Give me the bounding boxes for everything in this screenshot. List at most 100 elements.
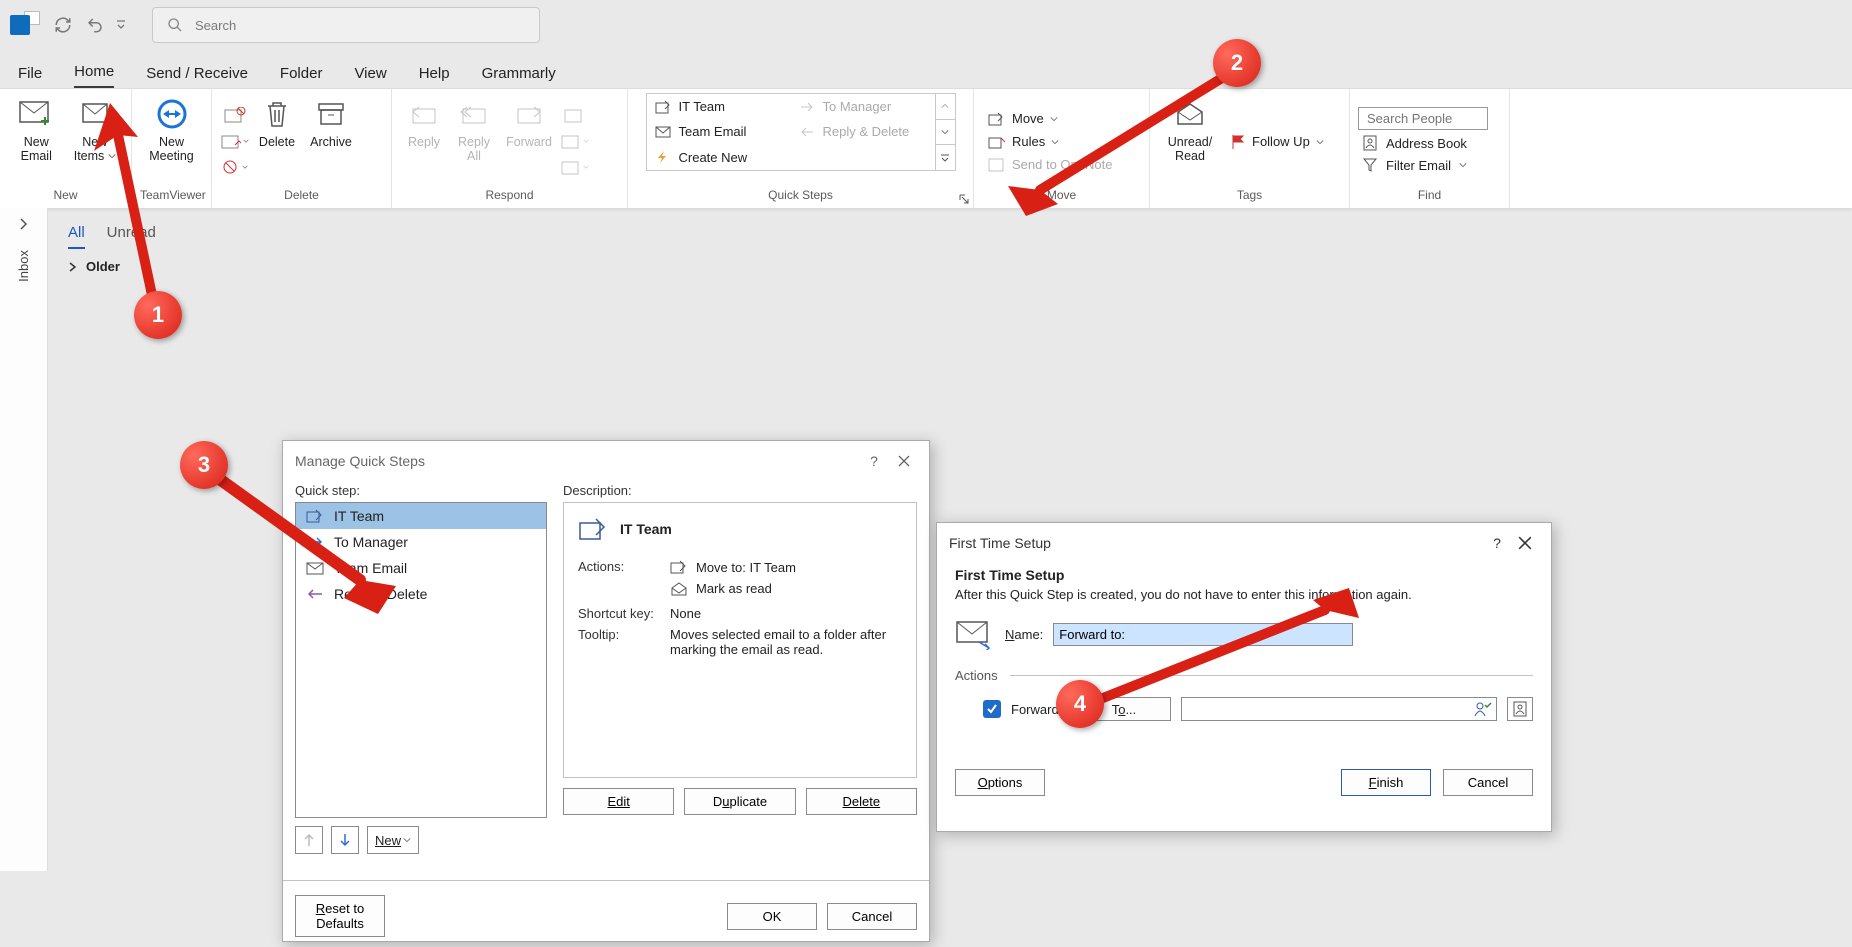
new-email-button[interactable]: New Email <box>8 93 65 168</box>
ribbon-tabs: File Home Send / Receive Folder View Hel… <box>0 50 1852 88</box>
quickstep-it-team[interactable]: IT Team <box>647 94 791 119</box>
actions-label: Actions <box>955 668 998 683</box>
chevron-down-icon <box>583 164 589 170</box>
search-box[interactable]: Search <box>152 7 540 43</box>
tab-help[interactable]: Help <box>419 59 450 88</box>
address-book-picker[interactable] <box>1507 697 1533 721</box>
cancel-button[interactable]: Cancel <box>827 903 917 930</box>
quickstep-to-manager[interactable]: To Manager <box>791 94 935 119</box>
reply-icon <box>409 103 439 125</box>
tab-file[interactable]: File <box>18 59 42 88</box>
reply-arrow-icon <box>799 126 815 138</box>
chevron-right-icon <box>68 262 78 272</box>
close-button[interactable] <box>1511 531 1539 555</box>
ignore-button[interactable] <box>220 103 250 127</box>
cancel-button[interactable]: Cancel <box>1443 769 1533 796</box>
delete-quickstep-button[interactable]: Delete <box>806 788 917 815</box>
dialog-title: First Time Setup <box>949 535 1051 551</box>
inbox-label: Inbox <box>16 250 31 282</box>
edit-button[interactable]: Edit <box>563 788 674 815</box>
folder-pane-minimized[interactable]: Inbox <box>0 208 48 871</box>
quickstep-scroll-up[interactable] <box>936 94 955 120</box>
search-people-input[interactable] <box>1358 107 1488 130</box>
forward-button[interactable]: Forward <box>500 93 558 153</box>
older-group-header[interactable]: Older <box>68 259 1832 274</box>
tab-folder[interactable]: Folder <box>280 59 323 88</box>
forward-mail-icon <box>955 618 995 650</box>
quick-steps-gallery[interactable]: IT Team Team Email Create New To Manager… <box>646 93 956 171</box>
options-button[interactable]: Options <box>955 769 1045 796</box>
delete-button[interactable]: Delete <box>252 93 302 153</box>
annotation-badge-3: 3 <box>180 441 228 489</box>
check-icon <box>986 703 998 715</box>
group-label-respond: Respond <box>400 188 619 206</box>
cleanup-button[interactable] <box>220 129 250 153</box>
refresh-button[interactable] <box>48 10 78 40</box>
chevron-down-icon <box>1459 161 1467 169</box>
im-reply-button[interactable] <box>560 129 590 153</box>
mail-icon <box>655 126 671 138</box>
name-label: Name: <box>1005 627 1043 642</box>
tab-view[interactable]: View <box>354 59 386 88</box>
move-up-button[interactable] <box>295 826 323 854</box>
tab-send-receive[interactable]: Send / Receive <box>146 59 248 88</box>
close-button[interactable] <box>889 449 919 473</box>
tab-home[interactable]: Home <box>74 57 114 88</box>
help-button[interactable]: ? <box>859 449 889 473</box>
description-label: Description: <box>563 483 917 498</box>
tab-grammarly[interactable]: Grammarly <box>482 59 556 88</box>
chevron-down-icon <box>583 138 589 144</box>
group-label-delete: Delete <box>220 188 383 206</box>
quickstep-scroll-down[interactable] <box>936 120 955 146</box>
annotation-badge-1: 1 <box>134 291 182 339</box>
chevron-down-icon <box>243 138 249 144</box>
envelope-open-icon <box>670 582 688 596</box>
archive-icon <box>317 102 345 126</box>
check-names-icon <box>1474 701 1492 717</box>
reset-defaults-button[interactable]: Reset to Defaults <box>295 895 385 937</box>
quickstep-reply-delete[interactable]: Reply & Delete <box>791 119 935 144</box>
launcher-icon <box>959 194 969 204</box>
meeting-reply-button[interactable] <box>560 103 590 127</box>
qat-customize-button[interactable] <box>112 10 130 40</box>
annotation-arrow-4 <box>1095 580 1375 710</box>
junk-button[interactable] <box>220 155 250 179</box>
reply-button[interactable]: Reply <box>400 93 448 153</box>
search-icon <box>167 17 183 33</box>
reply-all-button[interactable]: Reply All <box>450 93 498 168</box>
quick-access-toolbar: Search <box>0 0 1852 50</box>
forward-icon <box>514 103 544 125</box>
close-icon <box>1518 536 1532 550</box>
filter-all[interactable]: All <box>68 224 85 249</box>
quicksteps-dialog-launcher[interactable] <box>957 192 971 206</box>
ribbon: New Email New Items New New Meeting Team… <box>0 88 1852 208</box>
arrow-down-icon <box>339 833 351 847</box>
search-placeholder: Search <box>195 18 236 33</box>
address-book-button[interactable]: Address Book <box>1358 134 1488 152</box>
archive-button[interactable]: Archive <box>304 93 358 153</box>
filter-email-button[interactable]: Filter Email <box>1358 156 1488 174</box>
forward-checkbox[interactable] <box>983 700 1001 718</box>
chevron-up-icon <box>941 102 949 110</box>
move-down-button[interactable] <box>331 826 359 854</box>
trash-icon <box>265 100 289 128</box>
new-quickstep-button[interactable]: New <box>367 826 419 854</box>
quickstep-expand[interactable] <box>936 145 955 170</box>
finish-button[interactable]: Finish <box>1341 769 1431 796</box>
ok-button[interactable]: OK <box>727 903 817 930</box>
lightning-icon <box>655 150 671 164</box>
undo-button[interactable] <box>80 10 110 40</box>
duplicate-button[interactable]: Duplicate <box>684 788 795 815</box>
address-book-icon <box>1362 135 1378 151</box>
quickstep-team-email[interactable]: Team Email <box>647 119 791 144</box>
move-folder-icon <box>578 515 608 543</box>
chevron-down-icon <box>1316 138 1324 146</box>
dialog-title: Manage Quick Steps <box>295 453 425 469</box>
help-button[interactable]: ? <box>1483 531 1511 555</box>
annotation-arrow-2 <box>1000 70 1240 220</box>
description-title: IT Team <box>620 521 672 537</box>
more-respond-button[interactable] <box>560 155 590 179</box>
more-icon <box>561 159 583 175</box>
quickstep-create-new[interactable]: Create New <box>647 145 791 170</box>
funnel-icon <box>1362 157 1378 173</box>
